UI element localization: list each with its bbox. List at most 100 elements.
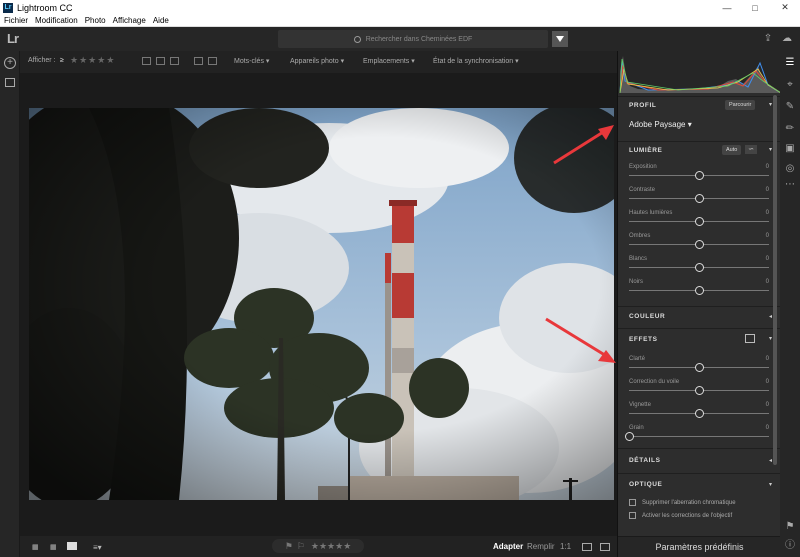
star-rating-filter[interactable]: ★★★★★ <box>70 55 115 66</box>
star-icon[interactable]: ★ <box>343 541 351 552</box>
radial-gradient-icon[interactable]: ◎ <box>784 163 796 175</box>
slider-thumb[interactable] <box>625 432 634 441</box>
tag-icon[interactable]: ⚑ <box>784 521 796 533</box>
info-icon[interactable]: ⓘ <box>784 540 796 552</box>
detail-grid-icon[interactable]: ▦ <box>50 543 57 551</box>
details-section[interactable]: DÉTAILS ◂ <box>618 448 781 470</box>
slider-blancs[interactable]: Blancs 0 <box>629 256 769 276</box>
rating-operator[interactable]: ≥ <box>60 57 64 64</box>
minimize-button[interactable]: — <box>712 0 742 15</box>
slider-label: Exposition <box>629 164 657 170</box>
menu-affichage[interactable]: Affichage <box>113 16 146 25</box>
collapse-icon[interactable]: ▾ <box>769 146 772 153</box>
compare-icon[interactable] <box>582 543 592 551</box>
slider-thumb[interactable] <box>695 409 704 418</box>
star-icon[interactable]: ★ <box>319 541 327 552</box>
rating-bar[interactable]: ⚑ ⚐ ★ ★ ★ ★ ★ <box>272 539 364 553</box>
slider-noirs[interactable]: Noirs 0 <box>629 279 769 299</box>
add-photos-icon[interactable]: + <box>4 57 16 69</box>
reject-flag-icon[interactable]: ⚐ <box>297 541 305 552</box>
sync-state-dropdown[interactable]: État de la synchronisation <box>433 57 519 65</box>
sort-icon[interactable]: ≡▾ <box>93 543 102 552</box>
fill-zoom-button[interactable]: Remplir <box>527 542 555 551</box>
profile-dropdown[interactable]: Adobe Paysage ▾ <box>629 120 692 129</box>
slider-vignette[interactable]: Vignette 0 <box>629 402 769 422</box>
slider-thumb[interactable] <box>695 363 704 372</box>
maximize-button[interactable]: □ <box>740 0 770 15</box>
star-icon[interactable]: ★ <box>88 55 96 65</box>
slider-thumb[interactable] <box>695 217 704 226</box>
cameras-dropdown[interactable]: Appareils photo <box>290 57 344 65</box>
close-button[interactable]: ✕ <box>770 0 800 15</box>
search-input[interactable]: Rechercher dans Cheminées EDF <box>278 30 548 48</box>
brush-icon[interactable]: ✏ <box>784 123 796 135</box>
collapse-icon[interactable]: ▾ <box>769 101 772 108</box>
filter-button[interactable] <box>552 31 568 47</box>
expand-icon[interactable]: ◂ <box>769 457 772 464</box>
menu-aide[interactable]: Aide <box>153 16 169 25</box>
profile-section: PROFIL Parcourir ▾ Adobe Paysage ▾ <box>618 96 781 141</box>
split-view-icon[interactable] <box>745 334 755 343</box>
single-view-icon[interactable] <box>67 542 77 550</box>
menu-modification[interactable]: Modification <box>35 16 78 25</box>
slider-ombres[interactable]: Ombres 0 <box>629 233 769 253</box>
slider-exposition[interactable]: Exposition 0 <box>629 164 769 184</box>
fit-zoom-button[interactable]: Adapter <box>493 542 523 551</box>
star-icon[interactable]: ★ <box>311 541 319 552</box>
locations-dropdown[interactable]: Emplacements <box>363 57 415 65</box>
remove-chromatic-aberration-checkbox[interactable]: Supprimer l'aberration chromatique <box>629 499 736 506</box>
edit-sliders-icon[interactable]: ☰ <box>784 57 796 69</box>
tone-curve-icon[interactable]: ∽ <box>745 145 757 154</box>
video-type-icon[interactable] <box>208 57 217 65</box>
slider-thumb[interactable] <box>695 386 704 395</box>
browse-profiles-button[interactable]: Parcourir <box>725 100 756 110</box>
auto-button[interactable]: Auto <box>722 145 742 155</box>
star-icon[interactable]: ★ <box>70 55 78 65</box>
color-section[interactable]: COULEUR ◂ <box>618 306 781 328</box>
flag-unflag-icon[interactable] <box>170 57 179 65</box>
slider-contraste[interactable]: Contraste 0 <box>629 187 769 207</box>
star-icon[interactable]: ★ <box>327 541 335 552</box>
share-icon[interactable]: ⇪ <box>762 33 774 45</box>
lens-corrections-checkbox[interactable]: Activer les corrections de l'objectif <box>629 512 732 519</box>
linear-gradient-icon[interactable]: ▣ <box>784 143 796 155</box>
slider-thumb[interactable] <box>695 171 704 180</box>
slider-thumb[interactable] <box>695 240 704 249</box>
star-icon[interactable]: ★ <box>79 55 87 65</box>
slider-clart-[interactable]: Clarté 0 <box>629 356 769 376</box>
slider-correction-du-voile[interactable]: Correction du voile 0 <box>629 379 769 399</box>
checkbox[interactable] <box>629 512 636 519</box>
flag-reject-icon[interactable] <box>156 57 165 65</box>
menu-fichier[interactable]: Fichier <box>4 16 28 25</box>
slider-thumb[interactable] <box>695 286 704 295</box>
checkbox[interactable] <box>629 499 636 506</box>
square-grid-icon[interactable]: ▦ <box>32 543 39 551</box>
healing-brush-icon[interactable]: ✎ <box>784 101 796 113</box>
flag-icon[interactable]: ⚑ <box>285 541 293 552</box>
slider-thumb[interactable] <box>695 194 704 203</box>
slider-thumb[interactable] <box>695 263 704 272</box>
more-icon[interactable]: ⋯ <box>784 179 796 191</box>
star-icon[interactable]: ★ <box>106 55 114 65</box>
slider-hautes-lumi-res[interactable]: Hautes lumières 0 <box>629 210 769 230</box>
panel-scrollbar[interactable] <box>773 95 777 465</box>
collapse-icon[interactable]: ▾ <box>769 481 772 488</box>
star-icon[interactable]: ★ <box>97 55 105 65</box>
collapse-icon[interactable]: ▾ <box>769 335 772 342</box>
menu-photo[interactable]: Photo <box>85 16 106 25</box>
star-icon[interactable]: ★ <box>335 541 343 552</box>
photo-type-icon[interactable] <box>194 57 203 65</box>
expand-icon[interactable]: ◂ <box>769 313 772 320</box>
slider-track[interactable] <box>629 436 769 437</box>
slider-grain[interactable]: Grain 0 <box>625 425 769 445</box>
library-icon[interactable] <box>5 78 15 87</box>
photo-chimney[interactable] <box>29 108 614 500</box>
before-after-icon[interactable] <box>600 543 610 551</box>
slider-value: 0 <box>765 425 769 431</box>
flag-icon[interactable] <box>142 57 151 65</box>
keywords-dropdown[interactable]: Mots-clés <box>234 57 269 65</box>
cloud-icon[interactable]: ☁ <box>781 33 793 45</box>
one-to-one-zoom-button[interactable]: 1:1 <box>560 542 571 551</box>
presets-button[interactable]: Paramètres prédéfinis <box>618 536 781 557</box>
crop-icon[interactable]: ⌖ <box>784 79 796 91</box>
